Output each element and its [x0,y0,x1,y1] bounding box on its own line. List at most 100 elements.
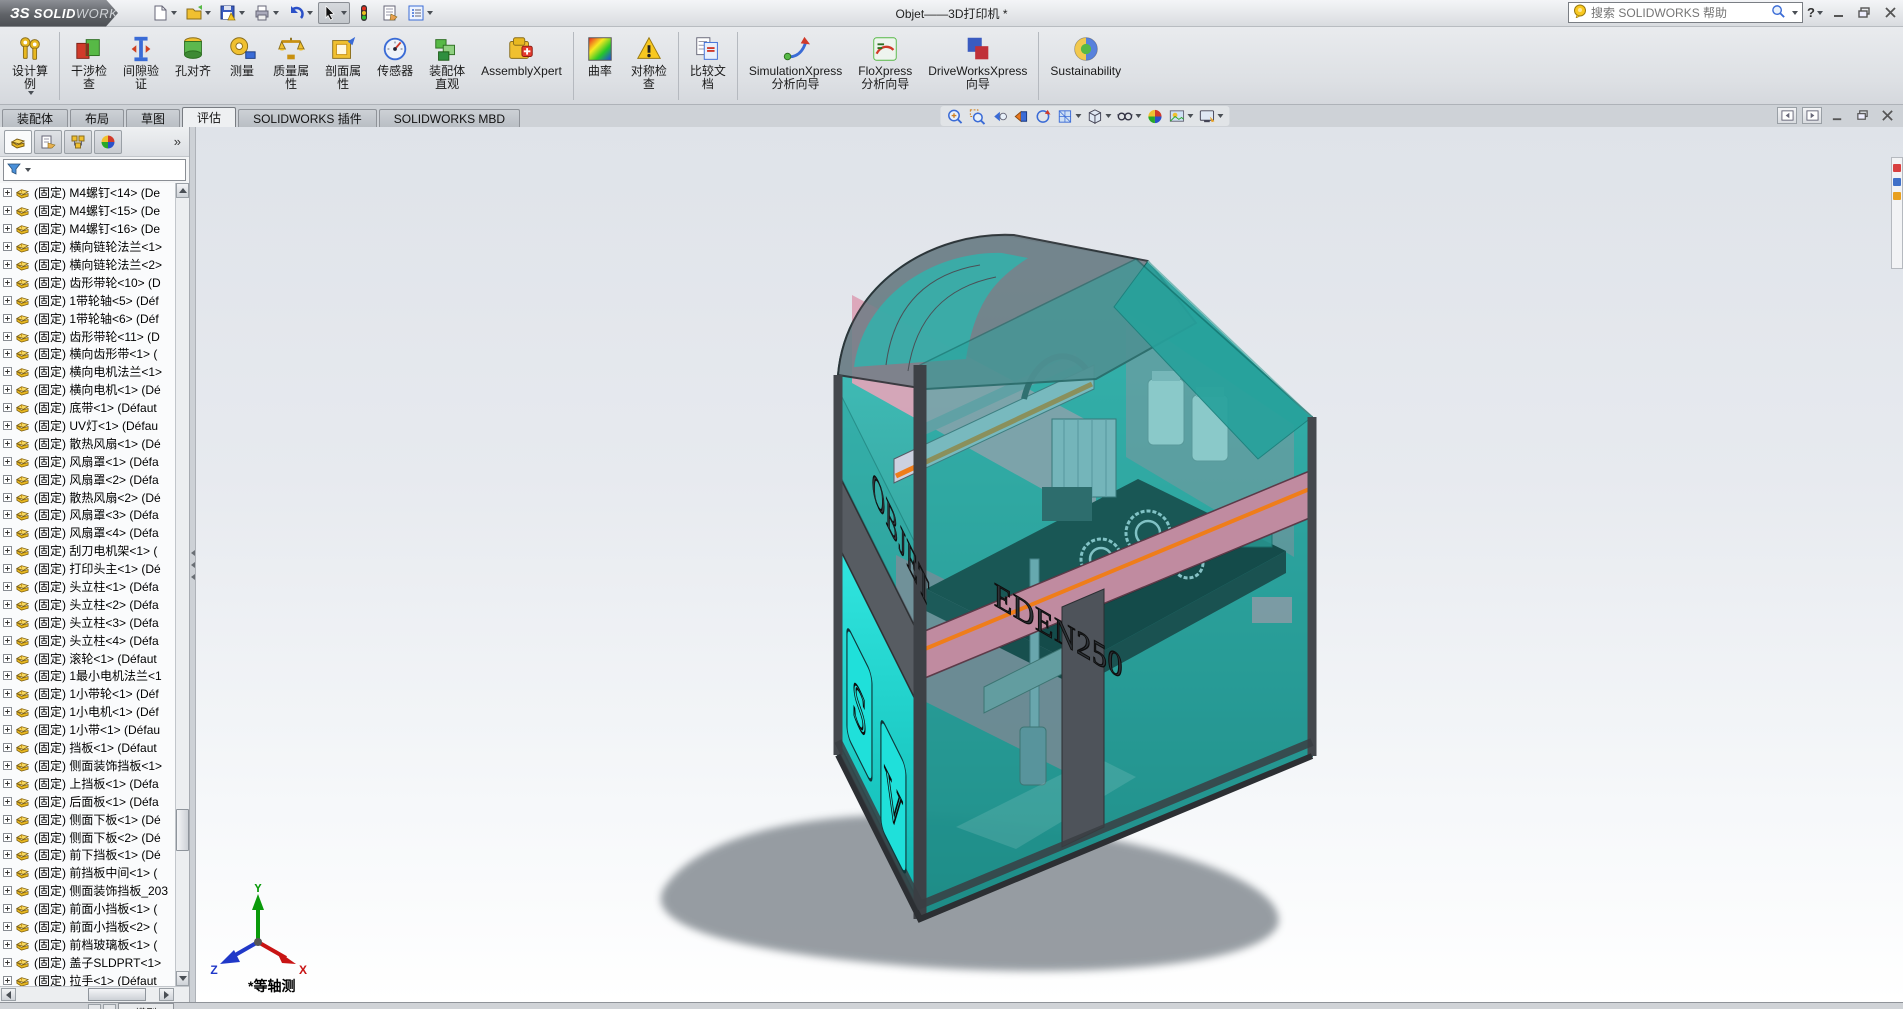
doc-restore-button[interactable] [1852,107,1872,124]
expander-plus-icon[interactable] [3,403,12,413]
tree-item[interactable]: (固定) 侧面下板<2> (Dé [0,828,175,846]
rotate-view-button[interactable] [1032,106,1053,126]
expander-plus-icon[interactable] [3,474,12,484]
display-style-button[interactable] [1084,106,1113,126]
panel-overflow-button[interactable]: » [170,134,185,149]
expander-plus-icon[interactable] [3,743,12,753]
expander-plus-icon[interactable] [3,188,12,198]
tree-item[interactable]: (固定) 1小带轮<1> (Déf [0,685,175,703]
tree-item[interactable]: (固定) 滚轮<1> (Défaut [0,649,175,667]
tree-item[interactable]: (固定) 头立柱<2> (Défa [0,595,175,613]
view-orientation-button[interactable] [1054,106,1083,126]
expander-plus-icon[interactable] [3,528,12,538]
tree-item[interactable]: (固定) 底带<1> (Défaut [0,399,175,417]
design-study-button[interactable]: 设计算例 [4,29,56,103]
tree-item[interactable]: (固定) 前档玻璃板<1> ( [0,935,175,953]
tree-item[interactable]: (固定) 1最小电机法兰<1 [0,667,175,685]
clearance-verify-button[interactable]: 间隙验证 [115,29,167,103]
expander-plus-icon[interactable] [3,421,12,431]
select-button[interactable] [318,2,350,24]
tree-item[interactable]: (固定) 风扇罩<1> (Défa [0,452,175,470]
tree-item[interactable]: (固定) 挡板<1> (Défaut [0,739,175,757]
doc-close-button[interactable] [1877,107,1897,124]
graphics-viewport[interactable]: S V OBJET EDEN250 Y Z X *等轴测 [196,127,1903,1002]
expander-plus-icon[interactable] [3,367,12,377]
apply-scene-button[interactable] [1166,106,1195,126]
pane-next-button[interactable] [1802,107,1822,124]
help-button[interactable]: ? [1807,5,1823,20]
tree-item[interactable]: (固定) 横向链轮法兰<2> [0,256,175,274]
sensor-button[interactable]: 传感器 [369,29,421,103]
scroll-right-button[interactable] [159,988,174,1001]
scroll-left-button[interactable] [1,988,16,1001]
expander-plus-icon[interactable] [3,277,12,287]
zoom-area-button[interactable] [966,106,987,126]
tab-command-4[interactable]: SOLIDWORKS 插件 [238,109,377,127]
assembly-visualization-button[interactable]: 装配体 直观 [421,29,473,103]
horizontal-scroll-thumb[interactable] [88,988,146,1001]
expander-plus-icon[interactable] [3,814,12,824]
close-button[interactable] [1879,4,1901,22]
curvature-button[interactable]: 曲率 [577,29,623,103]
sustainability-button[interactable]: Sustainability [1042,29,1129,103]
expander-plus-icon[interactable] [3,582,12,592]
model-tab[interactable]: 模型 [118,1003,174,1009]
expander-plus-icon[interactable] [3,331,12,341]
tree-item[interactable]: (固定) 横向电机法兰<1> [0,363,175,381]
save-button[interactable] [216,2,248,24]
edit-appearance-button[interactable] [1144,106,1165,126]
tree-filter-box[interactable] [3,159,186,181]
hide-show-items-button[interactable] [1114,106,1143,126]
restore-button[interactable] [1853,4,1875,22]
tree-item[interactable]: (固定) UV灯<1> (Défau [0,417,175,435]
assemblyxpert-button[interactable]: AssemblyXpert [473,29,570,103]
displaymanager-tab[interactable] [94,129,122,154]
tree-item[interactable]: (固定) 横向电机<1> (Dé [0,381,175,399]
expander-plus-icon[interactable] [3,707,12,717]
expander-plus-icon[interactable] [3,313,12,323]
expander-plus-icon[interactable] [3,671,12,681]
3d-printer-model[interactable]: S V OBJET EDEN250 [196,127,1903,1002]
expander-plus-icon[interactable] [3,725,12,735]
tree-item[interactable]: (固定) 散热风扇<2> (Dé [0,488,175,506]
tree-item[interactable]: (固定) 横向链轮法兰<1> [0,238,175,256]
filter-caret-icon[interactable] [25,168,31,172]
tree-item[interactable]: (固定) 侧面装饰挡板_203 [0,882,175,900]
expander-plus-icon[interactable] [3,850,12,860]
expander-plus-icon[interactable] [3,206,12,216]
zoom-fit-button[interactable] [944,106,965,126]
pane-previous-button[interactable] [1777,107,1797,124]
scroll-up-button[interactable] [176,183,189,198]
tree-item[interactable]: (固定) M4螺钉<15> (De [0,202,175,220]
task-pane-strip[interactable] [1891,157,1903,269]
search-icon[interactable] [1771,4,1786,22]
expander-plus-icon[interactable] [3,904,12,914]
tree-item[interactable]: (固定) 头立柱<3> (Défa [0,613,175,631]
expander-plus-icon[interactable] [3,224,12,234]
section-properties-button[interactable]: 剖面属性 [317,29,369,103]
floxpress-button[interactable]: FloXpress 分析向导 [850,29,920,103]
expander-plus-icon[interactable] [3,868,12,878]
propertymanager-tab[interactable] [34,129,62,154]
options-button[interactable] [404,2,436,24]
expander-plus-icon[interactable] [3,242,12,252]
expander-plus-icon[interactable] [3,778,12,788]
task-pane-icon[interactable] [1893,178,1901,186]
tree-vertical-scrollbar[interactable] [175,183,189,986]
configurationmanager-tab[interactable] [64,129,92,154]
scroll-down-button[interactable] [176,971,189,986]
featuremanager-tab[interactable] [4,129,32,154]
task-pane-icon[interactable] [1893,164,1901,172]
new-file-button[interactable] [148,2,180,24]
search-dropdown-caret-icon[interactable] [1792,10,1799,15]
tree-item[interactable]: (固定) 侧面下板<1> (Dé [0,810,175,828]
expander-plus-icon[interactable] [3,689,12,699]
tree-item[interactable]: (固定) 头立柱<1> (Défa [0,578,175,596]
print-button[interactable] [250,2,282,24]
expander-plus-icon[interactable] [3,349,12,359]
tree-item[interactable]: (固定) 散热风扇<1> (Dé [0,434,175,452]
tree-item[interactable]: (固定) 前下挡板<1> (Dé [0,846,175,864]
expander-plus-icon[interactable] [3,546,12,556]
tab-scroll-left-button[interactable] [88,1004,101,1009]
expander-plus-icon[interactable] [3,760,12,770]
